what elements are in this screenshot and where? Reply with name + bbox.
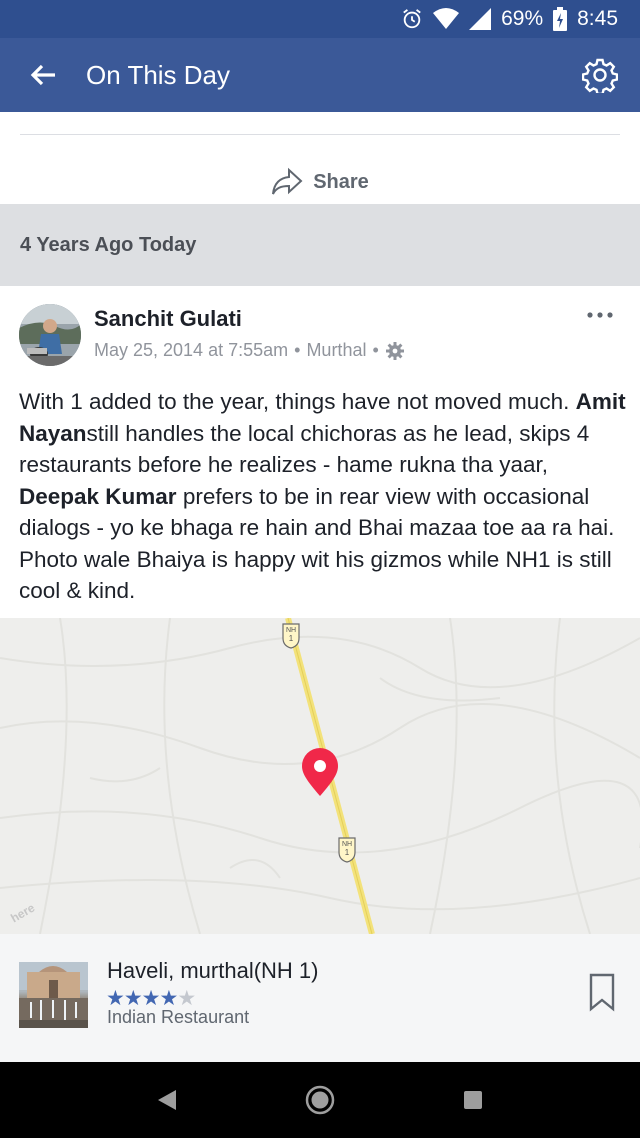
- wifi-icon: [433, 8, 460, 30]
- share-label: Share: [313, 170, 369, 193]
- shield-label: NH: [342, 841, 352, 848]
- bookmark-icon: [589, 973, 615, 1012]
- map-canvas: NH 1 NH 1: [0, 618, 640, 934]
- save-place-button[interactable]: [586, 972, 618, 1012]
- post-date[interactable]: May 25, 2014 at 7:55am: [94, 340, 288, 361]
- more-options-button[interactable]: [580, 300, 620, 330]
- avatar[interactable]: [19, 304, 81, 366]
- app-bar: On This Day: [0, 38, 640, 112]
- status-bar: 69% 8:45: [0, 0, 640, 38]
- shield-label: NH: [286, 627, 296, 634]
- share-button[interactable]: Share: [0, 160, 640, 204]
- post-author[interactable]: Sanchit Gulati: [94, 306, 242, 332]
- alarm-icon: [401, 8, 423, 30]
- previous-card-footer: Share: [0, 112, 640, 204]
- back-triangle-icon: [157, 1090, 176, 1110]
- post-meta: May 25, 2014 at 7:55am • Murthal •: [94, 340, 405, 361]
- system-home-button[interactable]: [290, 1070, 350, 1130]
- settings-button[interactable]: [560, 38, 640, 112]
- place-thumbnail[interactable]: [19, 962, 88, 1028]
- shield-number: 1: [345, 848, 350, 857]
- place-category: Indian Restaurant: [107, 1007, 250, 1027]
- system-nav-bar: [0, 1062, 640, 1138]
- post-text-part: still handles the local chichoras as he …: [19, 420, 590, 478]
- home-circle-icon: [305, 1085, 335, 1115]
- memory-post: Sanchit Gulati May 25, 2014 at 7:55am • …: [0, 286, 640, 618]
- post-location[interactable]: Murthal: [306, 340, 366, 361]
- page-title: On This Day: [86, 59, 231, 90]
- privacy-gear-icon[interactable]: [385, 341, 405, 361]
- battery-charging-icon: [553, 7, 568, 31]
- shield-number: 1: [289, 634, 294, 643]
- back-button[interactable]: [0, 38, 86, 112]
- signal-icon: [469, 8, 492, 30]
- post-text-part: With 1 added to the year, things have no…: [19, 389, 576, 414]
- system-recents-button[interactable]: [443, 1070, 503, 1130]
- place-name[interactable]: Haveli, murthal(NH 1): [107, 958, 319, 984]
- gear-icon: [582, 58, 618, 93]
- system-back-button[interactable]: [137, 1070, 197, 1130]
- share-arrow-icon: [272, 167, 303, 195]
- battery-percent: 69%: [501, 7, 544, 30]
- post-text: With 1 added to the year, things have no…: [19, 386, 627, 607]
- meta-separator: •: [294, 340, 301, 360]
- meta-separator: •: [372, 340, 379, 360]
- divider: [20, 134, 620, 135]
- status-time: 8:45: [577, 7, 618, 30]
- place-card[interactable]: Haveli, murthal(NH 1) ★★★★★ Indian Resta…: [0, 934, 640, 1062]
- highway-shield: NH 1: [338, 837, 356, 863]
- more-dots-icon: [587, 312, 613, 318]
- section-header: 4 Years Ago Today: [0, 204, 640, 286]
- location-map[interactable]: NH 1 NH 1 here: [0, 618, 640, 934]
- tagged-user[interactable]: Deepak Kumar: [19, 484, 177, 509]
- back-arrow-icon: [30, 64, 55, 86]
- highway-shield: NH 1: [282, 623, 300, 649]
- recents-square-icon: [464, 1091, 483, 1109]
